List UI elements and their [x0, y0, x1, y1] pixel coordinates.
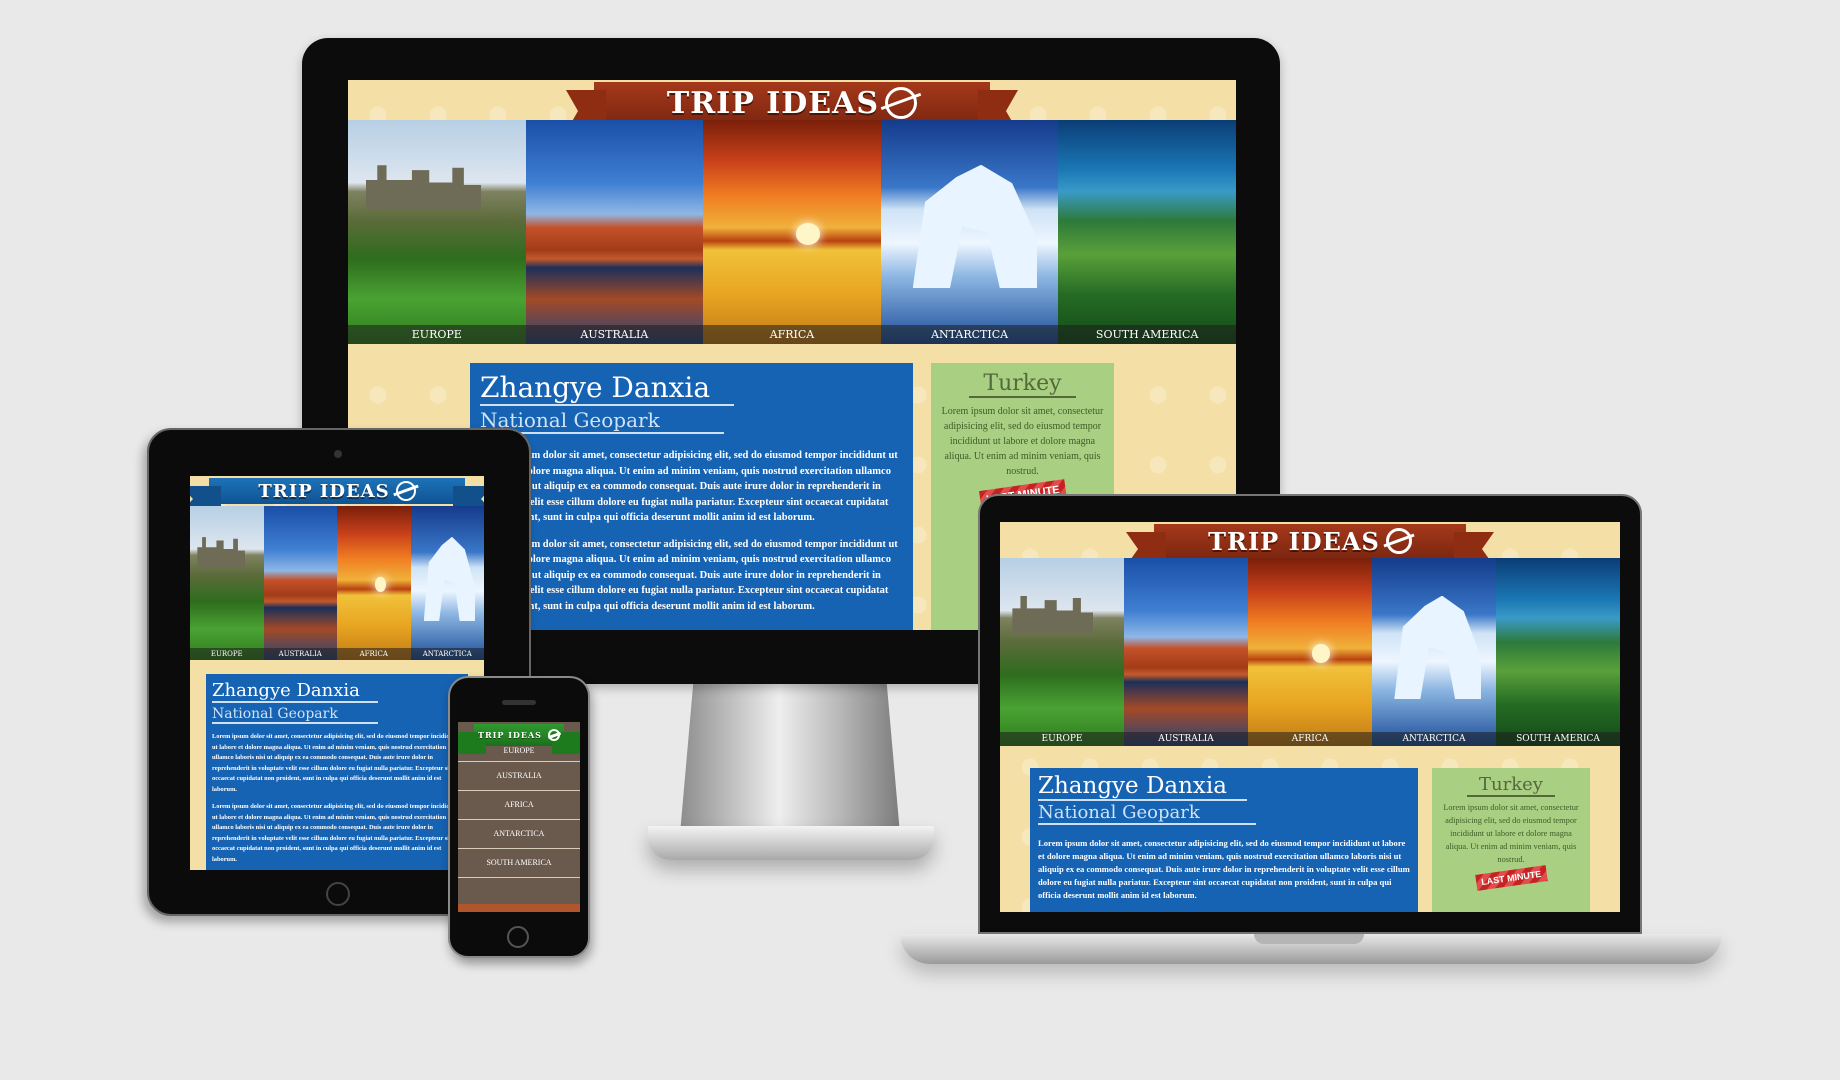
nav-item-label: AFRICA — [504, 800, 534, 809]
nav-item-africa[interactable]: AFRICA — [458, 791, 580, 820]
article-title: Zhangye Danxia — [1038, 773, 1247, 801]
gallery-label: AUSTRALIA — [263, 648, 337, 660]
phone-home-button[interactable] — [507, 926, 529, 948]
gallery-tile-africa[interactable]: AFRICA — [337, 506, 411, 660]
sidebar-box: Turkey Lorem ipsum dolor sit amet, conse… — [1432, 768, 1590, 912]
last-minute-badge[interactable]: LAST MINUTE — [1474, 865, 1548, 891]
nav-item-australia[interactable]: AUSTRALIA — [458, 762, 580, 791]
gallery-label: ANTARCTICA — [1372, 732, 1496, 746]
gallery-tile-south-america[interactable]: SOUTH AMERICA — [1058, 120, 1236, 344]
gallery-label: AUSTRALIA — [525, 325, 704, 344]
site-logo-text: TRIP IDEAS — [478, 729, 542, 740]
site-logo-banner[interactable]: TRIP IDEAS — [594, 82, 990, 124]
laptop-screen: TRIP IDEAS EUROPE AUSTRALIA AFRICA ANTAR… — [1000, 522, 1620, 912]
sidebar-text: Lorem ipsum dolor sit amet, consectetur … — [1443, 803, 1579, 864]
gallery-label: EUROPE — [190, 648, 264, 660]
gallery-tile-europe[interactable]: EUROPE — [190, 506, 264, 660]
gallery-tile-south-america[interactable]: SOUTH AMERICA — [1496, 558, 1620, 746]
gallery-tile-antarctica[interactable]: ANTARCTICA — [1372, 558, 1496, 746]
nav-item-label: ANTARCTICA — [493, 829, 545, 838]
globe-plane-icon — [395, 481, 416, 501]
site-logo-text: TRIP IDEAS — [666, 85, 880, 121]
gallery-label: AFRICA — [1248, 732, 1372, 746]
last-minute-label: LAST MINUTE — [1480, 868, 1542, 888]
gallery-tile-antarctica[interactable]: ANTARCTICA — [880, 120, 1059, 344]
gallery-label: EUROPE — [1000, 732, 1124, 746]
gallery-tile-australia[interactable]: AUSTRALIA — [525, 120, 704, 344]
gallery-label: SOUTH AMERICA — [1496, 732, 1620, 746]
site-logo-banner[interactable]: TRIP IDEAS — [474, 724, 564, 746]
nav-item-label: SOUTH AMERICA — [486, 858, 552, 867]
globe-plane-icon — [1385, 528, 1412, 554]
sidebar-title: Turkey — [969, 371, 1076, 398]
article-title: Zhangye Danxia — [480, 371, 735, 406]
gallery-tile-africa[interactable]: AFRICA — [1248, 558, 1372, 746]
article-box: Zhangye Danxia National Geopark Lorem ip… — [1030, 768, 1418, 912]
destination-gallery: EUROPE AUSTRALIA AFRICA ANTARCTICA SOUTH… — [348, 120, 1236, 344]
phone-screen: TRIP IDEAS EUROPE AUSTRALIA AFRICA ANTAR… — [458, 722, 580, 912]
article-subtitle: National Geopark — [1038, 802, 1256, 825]
site-logo-banner[interactable]: TRIP IDEAS — [1154, 524, 1466, 558]
gallery-tile-australia[interactable]: AUSTRALIA — [263, 506, 337, 660]
article-box: Zhangye Danxia National Geopark Lorem ip… — [206, 674, 468, 870]
laptop-notch — [1254, 934, 1364, 944]
destination-gallery: EUROPE AUSTRALIA AFRICA ANTARCTICA — [190, 506, 484, 660]
article-box: Zhangye Danxia National Geopark Lorem ip… — [470, 363, 913, 630]
globe-plane-icon — [547, 729, 560, 741]
article-paragraph: Lorem ipsum dolor sit amet, consectetur … — [212, 803, 459, 863]
phone-footer-bar — [458, 904, 580, 912]
nav-item-label: EUROPE — [503, 746, 535, 755]
article-paragraph: Lorem ipsum dolor sit amet, consectetur … — [480, 538, 898, 612]
nav-item-europe[interactable]: EUROPE — [458, 746, 580, 762]
gallery-label: AUSTRALIA — [1124, 732, 1248, 746]
gallery-label: AFRICA — [337, 648, 411, 660]
gallery-tile-europe[interactable]: EUROPE — [348, 120, 526, 344]
article-title: Zhangye Danxia — [212, 680, 378, 703]
sidebar-title: Turkey — [1467, 774, 1555, 797]
article-subtitle: National Geopark — [212, 706, 378, 724]
gallery-label: SOUTH AMERICA — [1058, 325, 1236, 344]
gallery-label: AFRICA — [703, 325, 881, 344]
monitor-stand-neck — [680, 684, 900, 834]
phone-speaker — [502, 700, 536, 705]
tablet-home-button[interactable] — [326, 882, 350, 906]
phone-nav: EUROPE AUSTRALIA AFRICA ANTARCTICA SOUTH… — [458, 746, 580, 878]
tablet-camera — [334, 450, 342, 458]
sidebar-text: Lorem ipsum dolor sit amet, consectetur … — [941, 406, 1104, 477]
gallery-label: ANTARCTICA — [880, 325, 1059, 344]
nav-item-label: AUSTRALIA — [496, 771, 542, 780]
article-paragraph: Lorem ipsum dolor sit amet, consectetur … — [212, 733, 459, 793]
gallery-tile-australia[interactable]: AUSTRALIA — [1124, 558, 1248, 746]
article-paragraph: Lorem ipsum dolor sit amet, consectetur … — [1038, 838, 1410, 900]
nav-item-south-america[interactable]: SOUTH AMERICA — [458, 849, 580, 878]
content-row: Zhangye Danxia National Geopark Lorem ip… — [1030, 768, 1590, 912]
monitor-stand-base — [648, 826, 934, 860]
nav-item-antarctica[interactable]: ANTARCTICA — [458, 820, 580, 849]
gallery-label: EUROPE — [348, 325, 526, 344]
tablet-screen: TRIP IDEAS EUROPE AUSTRALIA AFRICA ANTAR… — [190, 476, 484, 870]
site-logo-text: TRIP IDEAS — [258, 480, 390, 502]
globe-plane-icon — [885, 87, 918, 119]
gallery-tile-africa[interactable]: AFRICA — [703, 120, 881, 344]
site-logo-text: TRIP IDEAS — [1208, 526, 1380, 556]
article-paragraph: Lorem ipsum dolor sit amet, consectetur … — [480, 450, 898, 523]
gallery-label: ANTARCTICA — [410, 648, 484, 660]
gallery-tile-antarctica[interactable]: ANTARCTICA — [410, 506, 484, 660]
gallery-tile-europe[interactable]: EUROPE — [1000, 558, 1124, 746]
site-logo-banner[interactable]: TRIP IDEAS — [209, 478, 465, 504]
destination-gallery: EUROPE AUSTRALIA AFRICA ANTARCTICA SOUTH… — [1000, 558, 1620, 746]
